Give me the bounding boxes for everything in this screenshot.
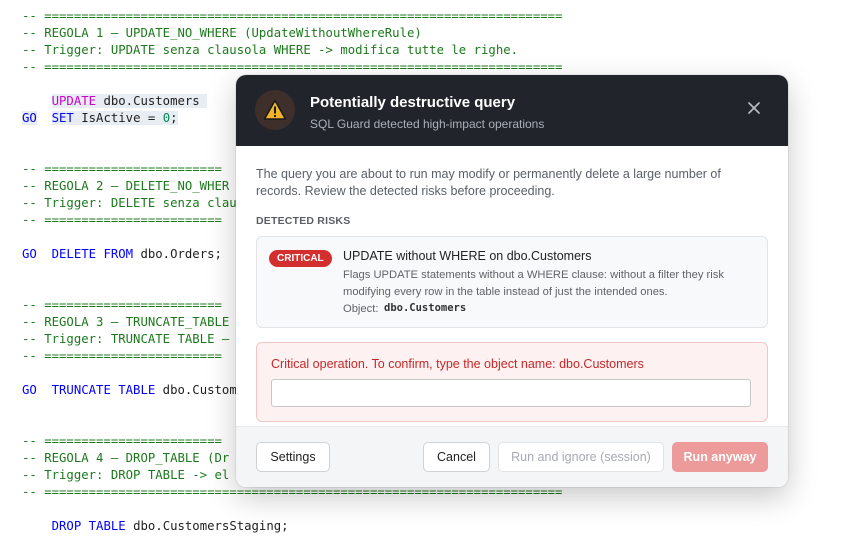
- code-line-truncate: TRUNCATE TABLE dbo.Customers: [22, 365, 259, 397]
- set-clause: IsActive =: [73, 111, 163, 125]
- code-line-comment: -- ========================: [22, 298, 222, 312]
- run-anyway-button[interactable]: Run anyway: [672, 442, 768, 472]
- go-keyword: GO: [22, 111, 37, 125]
- risk-object-value: dbo.Customers: [384, 302, 467, 314]
- code-line-comment: -- Trigger: UPDATE senza clausola WHERE …: [22, 43, 519, 57]
- code-line-go: GO: [22, 247, 37, 261]
- drop-keyword: DROP TABLE: [51, 519, 126, 533]
- code-line-comment: -- =====================================…: [22, 60, 563, 74]
- detected-risks-heading: DETECTED RISKS: [256, 215, 351, 227]
- code-line-comment: -- REGOLA 3 — TRUNCATE_TABLE: [22, 315, 230, 329]
- dialog-intro: The query you are about to run may modif…: [256, 167, 721, 198]
- dialog-subtitle: SQL Guard detected high-impact operation…: [310, 117, 545, 131]
- close-button[interactable]: [742, 96, 766, 120]
- destructive-query-dialog: Potentially destructive query SQL Guard …: [236, 75, 788, 487]
- code-line-drop: DROP TABLE dbo.CustomersStaging;: [22, 501, 289, 533]
- cancel-button[interactable]: Cancel: [423, 442, 490, 472]
- set-end: ;: [170, 111, 178, 125]
- risk-object-label: Object:: [343, 303, 379, 315]
- dialog-title: Potentially destructive query: [310, 94, 516, 111]
- dialog-footer: Settings Cancel Run and ignore (session)…: [236, 426, 788, 487]
- code-line-comment: -- ========================: [22, 349, 222, 363]
- confirm-box: Critical operation. To confirm, type the…: [256, 342, 768, 422]
- code-line-comment: -- =====================================…: [22, 9, 563, 23]
- set-keyword: SET: [51, 111, 74, 125]
- code-line-comment: -- ========================: [22, 213, 222, 227]
- close-icon: [748, 102, 760, 114]
- set-number: 0: [162, 111, 171, 125]
- code-line-comment: -- ========================: [22, 434, 222, 448]
- code-line-comment: -- REGOLA 1 — UPDATE_NO_WHERE (UpdateWit…: [22, 26, 422, 40]
- warning-icon: [255, 90, 295, 130]
- dialog-header: Potentially destructive query SQL Guard …: [236, 75, 788, 146]
- code-line-update: UPDATE dbo.Customers: [22, 76, 208, 108]
- drop-object: dbo.CustomersStaging;: [125, 519, 289, 533]
- risk-title: UPDATE without WHERE on dbo.Customers: [343, 249, 592, 263]
- truncate-keyword: TRUNCATE TABLE: [51, 383, 156, 397]
- code-line-comment: -- REGOLA 4 — DROP_TABLE (Dr: [22, 451, 230, 465]
- code-line-comment: -- ========================: [22, 162, 222, 176]
- settings-button[interactable]: Settings: [256, 442, 330, 472]
- code-line-comment: -- Trigger: TRUNCATE TABLE —: [22, 332, 230, 346]
- code-line-set: SET IsActive = 0;: [22, 93, 178, 125]
- code-line-comment: -- Trigger: DROP TABLE -> el: [22, 468, 230, 482]
- code-line-go: GO: [22, 110, 37, 127]
- run-and-ignore-button[interactable]: Run and ignore (session): [498, 442, 664, 472]
- code-line-go: GO: [22, 383, 37, 397]
- code-line-delete: DELETE FROM dbo.Orders;: [22, 229, 222, 261]
- delete-object: dbo.Orders;: [133, 247, 222, 261]
- code-line-comment: -- REGOLA 2 — DELETE_NO_WHER: [22, 179, 230, 193]
- risk-card: CRITICAL UPDATE without WHERE on dbo.Cus…: [256, 236, 768, 328]
- critical-badge: CRITICAL: [269, 250, 332, 267]
- risk-description: Flags UPDATE statements without a WHERE …: [343, 269, 724, 298]
- confirm-label: Critical operation. To confirm, type the…: [271, 357, 644, 371]
- delete-keyword: DELETE FROM: [51, 247, 134, 261]
- code-line-comment: -- Trigger: DELETE senza clau: [22, 196, 237, 210]
- confirm-object-input[interactable]: [271, 379, 751, 407]
